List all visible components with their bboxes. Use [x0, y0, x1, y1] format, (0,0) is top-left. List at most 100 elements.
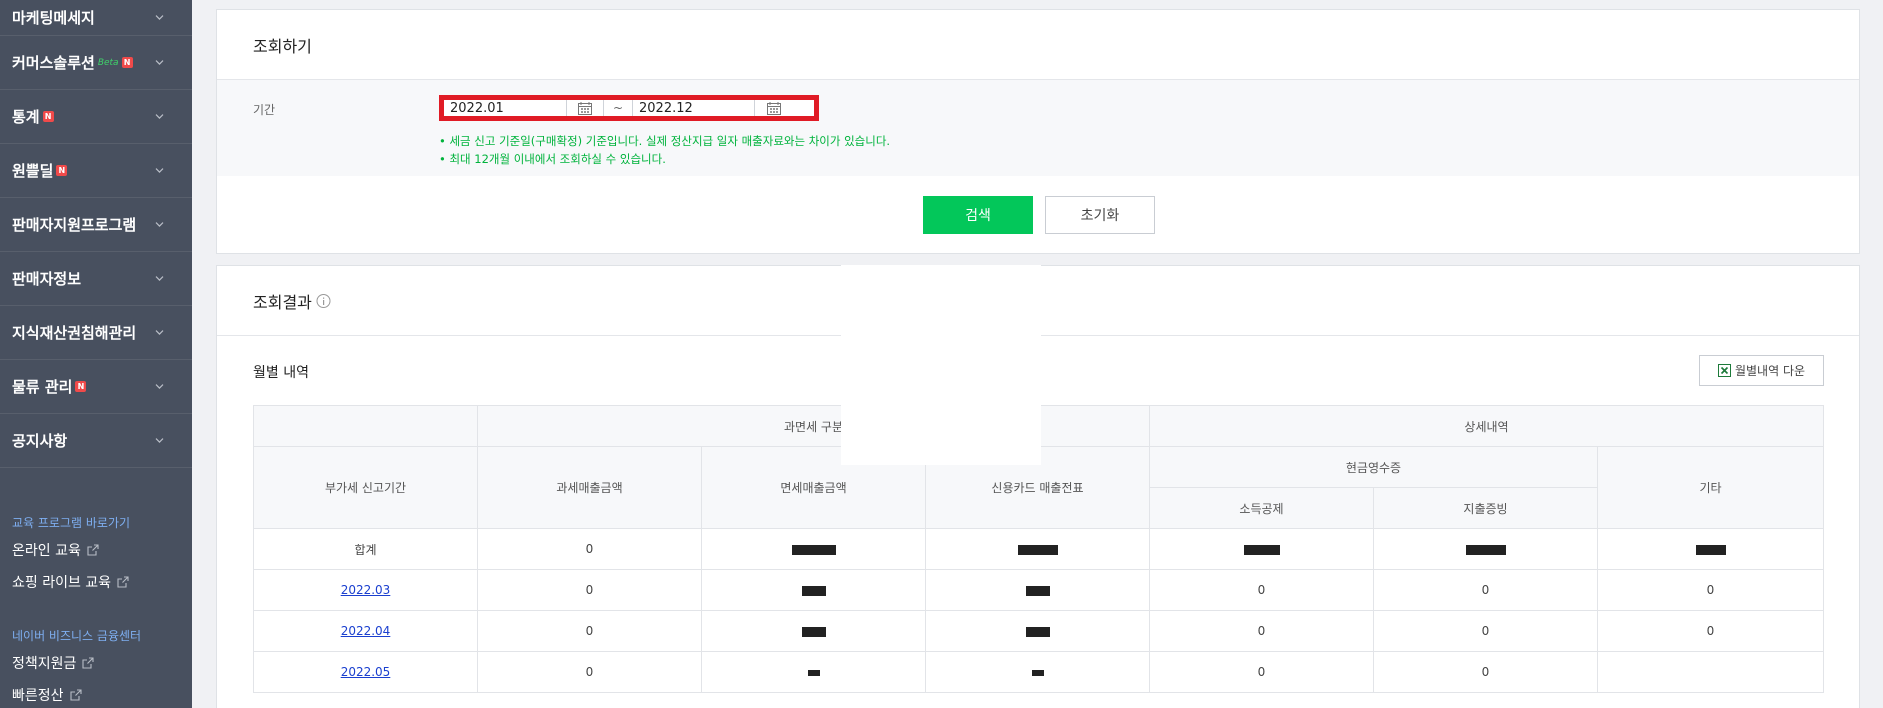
redacted-value — [1243, 544, 1280, 555]
income-cell — [1149, 528, 1374, 570]
redacted-value — [1695, 544, 1726, 555]
sidebar-menu-item[interactable]: 원쁠딜 N — [0, 144, 192, 198]
period-link[interactable]: 2022.05 — [341, 665, 391, 679]
end-date-input[interactable]: 2022.12 — [632, 100, 754, 116]
etc-cell: 0 — [1597, 610, 1824, 652]
taxfree-cell — [701, 610, 926, 652]
sidebar-menu-item[interactable]: 판매자정보 — [0, 252, 192, 306]
taxfree-cell — [701, 569, 926, 611]
sidebar-section-title: 교육 프로그램 바로가기 — [12, 516, 131, 530]
search-button[interactable]: 검색 — [923, 196, 1033, 234]
chevron-down-icon — [155, 219, 164, 228]
sidebar-external-link[interactable]: 온라인 교육 — [12, 540, 99, 560]
expense-cell: 0 — [1373, 651, 1598, 693]
sidebar-menu-item[interactable]: 마케팅메세지 — [0, 0, 192, 36]
redacted-value — [1025, 585, 1050, 596]
sidebar-menu-item[interactable]: 커머스솔루션 Beta N — [0, 36, 192, 90]
new-badge: N — [121, 57, 133, 68]
sidebar-menu-item[interactable]: 공지사항 — [0, 414, 192, 468]
taxable-cell: 0 — [477, 528, 702, 570]
income-cell: 0 — [1149, 610, 1374, 652]
card-cell — [925, 528, 1150, 570]
search-panel: 조회하기 기간 2022.01 ~ 2022.12 • 세금 신고 기준일(구매… — [216, 9, 1860, 254]
sidebar-menu-item[interactable]: 통계 N — [0, 90, 192, 144]
sidebar-menu-item[interactable]: 물류 관리 N — [0, 360, 192, 414]
result-panel-title: 조회결과 — [253, 292, 312, 312]
new-badge: N — [75, 381, 87, 392]
new-badge: N — [56, 165, 68, 176]
redacted-value — [1025, 626, 1050, 637]
sidebar-menu-label: 원쁠딜 — [12, 162, 54, 180]
table-header-taxable: 과세매출금액 — [477, 446, 702, 529]
etc-cell — [1597, 651, 1824, 693]
redacted-value — [801, 585, 826, 596]
sidebar-link-label: 온라인 교육 — [12, 543, 81, 559]
taxable-cell: 0 — [477, 610, 702, 652]
start-date-input[interactable]: 2022.01 — [444, 100, 566, 116]
chevron-down-icon — [155, 327, 164, 336]
excel-icon — [1717, 364, 1731, 377]
table-header-tax-group: 과면세 구분 — [477, 405, 1150, 447]
chevron-down-icon — [155, 435, 164, 444]
chevron-down-icon — [155, 381, 164, 390]
taxfree-cell — [701, 528, 926, 570]
income-cell: 0 — [1149, 569, 1374, 611]
monthly-history-title: 월별 내역 — [253, 365, 309, 381]
table-body: 합계 0 2022.03 0 0 0 0 2022.04 0 0 0 0 2022.05 0 0 0 — [253, 528, 1824, 693]
etc-cell — [1597, 528, 1824, 570]
sidebar-menu-label: 커머스솔루션 — [12, 54, 95, 72]
redacted-value — [1465, 544, 1506, 555]
sidebar-menu-item[interactable]: 지식재산권침해관리 — [0, 306, 192, 360]
expense-cell — [1373, 528, 1598, 570]
monthly-download-button[interactable]: 월별내역 다운 — [1699, 355, 1824, 386]
table-header-detail-group: 상세내역 — [1149, 405, 1824, 447]
sidebar-menu-label: 판매자정보 — [12, 270, 82, 288]
chevron-down-icon — [155, 12, 164, 21]
redacted-value — [791, 544, 836, 555]
table-header-income: 소득공제 — [1149, 487, 1374, 529]
sidebar-link-label: 쇼핑 라이브 교육 — [12, 575, 112, 591]
external-link-icon — [69, 689, 82, 701]
sidebar-external-link[interactable]: 빠른정산 — [12, 685, 82, 705]
notice-text-2: • 최대 12개월 이내에서 조회하실 수 있습니다. — [439, 152, 666, 166]
sidebar-menu-label: 마케팅메세지 — [12, 9, 95, 27]
table-header-period: 부가세 신고기간 — [253, 446, 478, 529]
taxable-cell: 0 — [477, 651, 702, 693]
sidebar-menu-label: 물류 관리 — [12, 378, 73, 396]
sidebar-external-link[interactable]: 쇼핑 라이브 교육 — [12, 572, 129, 592]
redaction-block — [841, 265, 1041, 465]
new-badge: N — [42, 111, 54, 122]
beta-label: Beta — [97, 57, 119, 68]
card-cell — [925, 569, 1150, 611]
card-cell — [925, 610, 1150, 652]
table-header-expense: 지출증빙 — [1373, 487, 1598, 529]
chevron-down-icon — [155, 273, 164, 282]
table-row: 2022.05 0 0 0 — [253, 651, 1824, 693]
redacted-value — [801, 626, 826, 637]
sidebar-menu-item[interactable]: 판매자지원프로그램 — [0, 198, 192, 252]
sidebar-menu-label: 판매자지원프로그램 — [12, 216, 137, 234]
chevron-down-icon — [155, 165, 164, 174]
period-cell: 2022.04 — [253, 610, 478, 652]
external-link-icon — [87, 544, 99, 556]
table-header-etc: 기타 — [1597, 446, 1824, 529]
period-link[interactable]: 2022.03 — [341, 583, 391, 597]
taxable-cell: 0 — [477, 569, 702, 611]
end-calendar-icon[interactable] — [754, 100, 792, 116]
period-label: 기간 — [253, 103, 276, 117]
income-cell: 0 — [1149, 651, 1374, 693]
sidebar-external-link[interactable]: 정책지원금 — [12, 653, 94, 673]
external-link-icon — [117, 576, 129, 588]
info-icon[interactable] — [316, 293, 331, 308]
table-row: 합계 0 — [253, 528, 1824, 570]
reset-button[interactable]: 초기화 — [1045, 196, 1155, 234]
sidebar-menu-label: 통계 — [12, 108, 40, 126]
expense-cell: 0 — [1373, 610, 1598, 652]
table-row: 2022.04 0 0 0 0 — [253, 610, 1824, 652]
period-cell: 2022.03 — [253, 569, 478, 611]
start-calendar-icon[interactable] — [566, 100, 604, 116]
chevron-down-icon — [155, 111, 164, 120]
table-header-cash-receipt: 현금영수증 — [1149, 446, 1598, 488]
period-link[interactable]: 2022.04 — [341, 624, 391, 638]
search-panel-title: 조회하기 — [217, 10, 1859, 80]
